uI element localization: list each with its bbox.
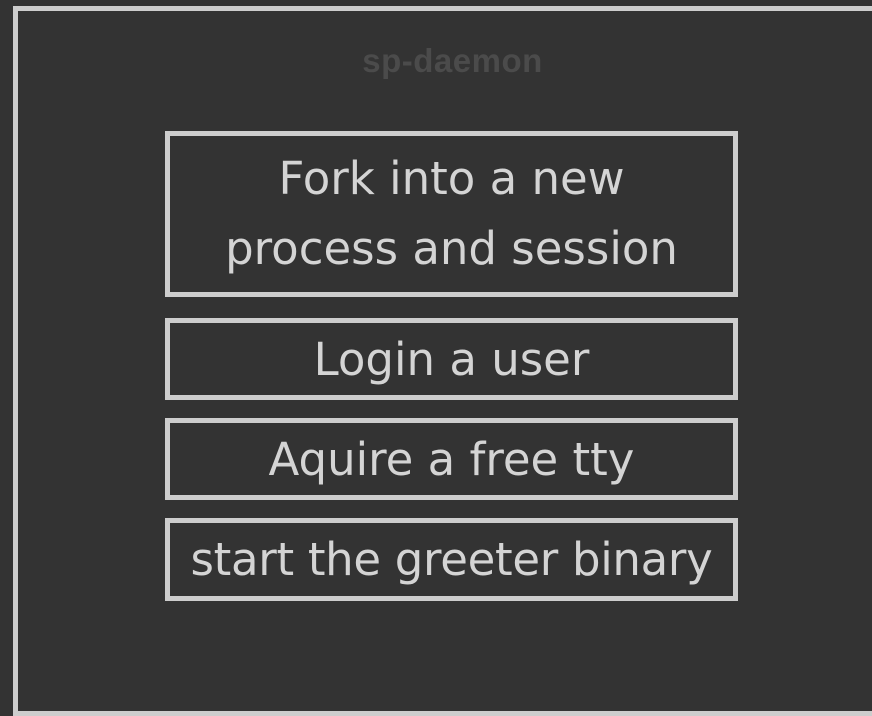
diagram-title: sp-daemon [362,42,543,79]
step-fork-process: Fork into a new process and session [165,131,738,297]
step-acquire-tty: Aquire a free tty [165,418,738,500]
step-label: Fork into a new process and session [225,152,678,275]
step-label: Aquire a free tty [268,432,635,486]
step-label: Login a user [313,332,590,386]
step-start-greeter: start the greeter binary [165,518,738,601]
step-login-user: Login a user [165,318,738,400]
step-label: start the greeter binary [190,533,713,586]
